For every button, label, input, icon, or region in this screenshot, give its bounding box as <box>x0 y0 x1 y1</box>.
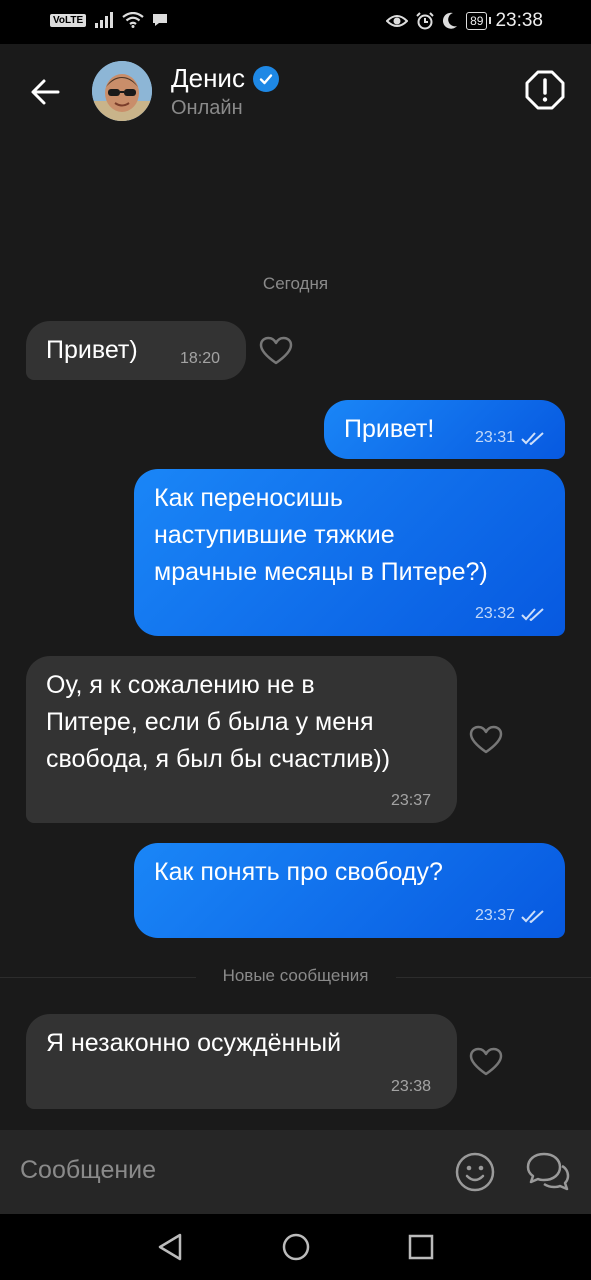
message-bubble-incoming[interactable]: Привет) 18:20 <box>26 321 246 380</box>
message-meta: 23:32 <box>475 605 545 623</box>
chat-header: Денис Онлайн <box>0 44 591 140</box>
eye-icon <box>386 15 409 27</box>
message-notification-icon <box>153 14 168 26</box>
online-status: Онлайн <box>171 97 243 119</box>
double-check-icon <box>521 910 544 923</box>
nav-recents-icon[interactable] <box>407 1233 435 1261</box>
volte-indicator: VoLTE <box>50 13 87 27</box>
like-heart-icon[interactable] <box>469 725 503 755</box>
new-messages-label: Новые сообщения <box>195 966 396 986</box>
back-arrow-icon[interactable] <box>24 70 68 114</box>
double-check-icon <box>521 608 544 621</box>
message-text: Я незаконно осуждённый <box>46 1029 342 1057</box>
system-navigation-bar <box>0 1214 591 1280</box>
message-composer: Сообщение <box>0 1130 591 1214</box>
wifi-icon <box>122 12 144 28</box>
status-right: 89 23:38 <box>386 10 543 32</box>
emoji-icon[interactable] <box>454 1151 496 1193</box>
moon-icon <box>443 12 458 29</box>
status-bar: VoLTE 89 23:38 <box>0 0 591 44</box>
message-bubble-outgoing[interactable]: Как переносишь наступившие тяжкие мрачны… <box>134 469 565 636</box>
double-check-icon <box>521 432 544 445</box>
message-time: 23:38 <box>391 1078 432 1095</box>
message-meta: 23:37 <box>475 907 545 925</box>
message-time: 23:31 <box>475 429 516 446</box>
message-time: 23:37 <box>391 792 432 809</box>
verified-badge-icon <box>252 65 279 92</box>
contact-name-label: Денис <box>171 63 245 93</box>
message-bubble-incoming[interactable]: Я незаконно осуждённый 23:38 <box>26 1014 457 1109</box>
chat-bubbles-icon[interactable] <box>525 1151 571 1193</box>
nav-home-icon[interactable] <box>281 1232 311 1262</box>
contact-name[interactable]: Денис <box>171 63 279 94</box>
signal-icon <box>95 12 114 28</box>
avatar-image <box>92 61 152 121</box>
message-bubble-outgoing[interactable]: Привет! 23:31 <box>324 400 565 459</box>
message-text: Оу, я к сожалению не в Питере, если б бы… <box>46 671 391 773</box>
avatar[interactable] <box>92 61 152 121</box>
report-icon[interactable] <box>525 70 565 110</box>
message-text: Привет! <box>344 415 435 443</box>
battery-indicator: 89 <box>466 12 492 30</box>
clock: 23:38 <box>495 10 543 31</box>
message-input[interactable]: Сообщение <box>20 1156 156 1185</box>
message-text: Как понять про свободу? <box>154 858 443 886</box>
message-text: Привет) <box>46 336 138 364</box>
message-bubble-outgoing[interactable]: Как понять про свободу? 23:37 <box>134 843 565 938</box>
status-left: VoLTE <box>50 12 168 28</box>
message-time: 23:32 <box>475 605 516 622</box>
alarm-icon <box>416 12 434 30</box>
like-heart-icon[interactable] <box>469 1047 503 1077</box>
nav-back-icon[interactable] <box>156 1232 184 1262</box>
like-heart-icon[interactable] <box>259 336 293 366</box>
date-separator: Сегодня <box>262 274 329 293</box>
message-text: Как переносишь наступившие тяжкие мрачны… <box>154 484 488 586</box>
message-time: 18:20 <box>180 350 221 367</box>
message-meta: 23:31 <box>475 429 545 447</box>
message-bubble-incoming[interactable]: Оу, я к сожалению не в Питере, если б бы… <box>26 656 457 823</box>
new-messages-separator: Новые сообщения <box>0 966 591 988</box>
message-time: 23:37 <box>475 907 516 924</box>
